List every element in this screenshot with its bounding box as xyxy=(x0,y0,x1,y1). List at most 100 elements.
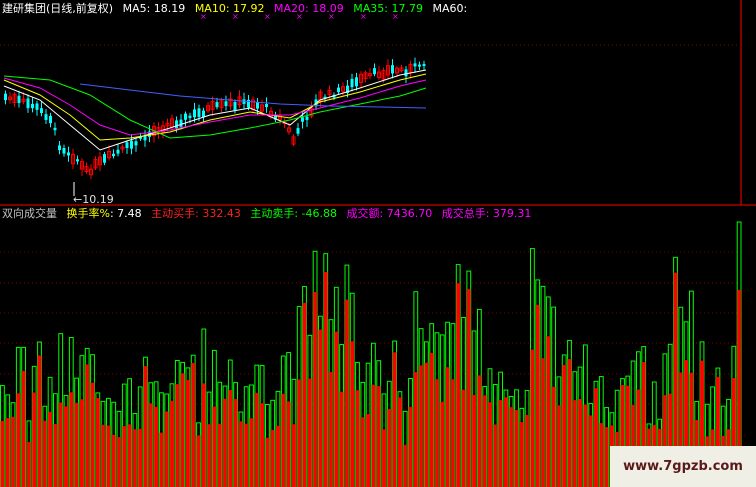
candle-body xyxy=(301,117,304,122)
candle-body xyxy=(49,115,52,124)
volume-bar-buy xyxy=(64,406,68,487)
turnover-value: : 7.48 xyxy=(109,207,142,220)
volume-bar-buy xyxy=(281,393,286,487)
volume-bar-buy xyxy=(461,389,466,487)
volume-bar-buy xyxy=(498,400,503,487)
candle-body xyxy=(265,103,268,108)
total-hands-value: 成交总手: 379.31 xyxy=(441,207,532,220)
volume-bar-buy xyxy=(58,402,63,487)
volume-bar-buy xyxy=(466,289,471,487)
volume-bar-buy xyxy=(440,401,445,487)
volume-bar-buy xyxy=(403,444,408,487)
price-panel-header: 建研集团(日线,前复权) MA5: 18.19 MA10: 17.92 MA20… xyxy=(2,2,473,15)
volume-bar-buy xyxy=(254,392,259,487)
volume-bar-buy xyxy=(350,341,355,487)
ma5-value: MA5: 18.19 xyxy=(122,2,186,15)
volume-bar-buy xyxy=(265,437,270,487)
candle-body xyxy=(197,108,201,117)
candle-body xyxy=(355,77,358,87)
volume-bar-buy xyxy=(355,390,360,487)
volume-bar-buy xyxy=(382,429,386,487)
volume-bar-buy xyxy=(207,424,211,487)
volume-panel-header: 双向成交量 换手率%: 7.48 主动买手: 332.43 主动卖手: -46.… xyxy=(2,207,537,220)
candle-body xyxy=(256,102,259,109)
volume-bar-buy xyxy=(514,409,519,487)
candle-body xyxy=(418,64,421,67)
candle-body xyxy=(233,101,237,111)
volume-bar-buy xyxy=(323,271,328,487)
amount-value: 成交额: 7436.70 xyxy=(346,207,433,220)
candle-body xyxy=(112,153,115,157)
volume-bar-buy xyxy=(106,425,111,487)
volume-bar-buy xyxy=(493,424,498,487)
volume-bar-buy xyxy=(260,403,264,487)
active-sell-value: 主动卖手: -46.88 xyxy=(250,207,338,220)
volume-bar-buy xyxy=(482,395,487,487)
ma60-value: MA60: xyxy=(432,2,468,15)
candle-body xyxy=(179,119,183,127)
volume-bar-buy xyxy=(133,429,137,487)
candle-body xyxy=(134,141,138,146)
volume-bar-buy xyxy=(413,372,418,487)
volume-bar-buy xyxy=(588,415,593,487)
candle-body xyxy=(202,110,205,118)
volume-bar-buy xyxy=(583,404,588,487)
volume-bar-buy xyxy=(180,373,185,487)
volume-bar-buy xyxy=(408,406,413,487)
volume-bar-buy xyxy=(594,388,598,487)
volume-bar-buy xyxy=(530,349,535,487)
volume-bar-buy xyxy=(519,422,524,487)
volume-bar-buy xyxy=(148,403,153,487)
volume-bar-buy xyxy=(318,329,323,487)
candle-body xyxy=(35,103,39,110)
candle-body xyxy=(67,152,70,156)
volume-bar-buy xyxy=(345,299,349,487)
candle-body xyxy=(76,159,79,162)
volume-bar-buy xyxy=(127,424,132,487)
ma35-value: MA35: 17.79 xyxy=(353,2,423,15)
volume-bar-buy xyxy=(504,397,508,487)
volume-bar-buy xyxy=(551,386,556,487)
volume-bar-buy xyxy=(329,371,333,487)
volume-bar-buy xyxy=(276,425,280,487)
candle-body xyxy=(193,109,196,118)
volume-bar-buy xyxy=(445,367,450,487)
volume-bar-buy xyxy=(313,292,317,487)
volume-bar-buy xyxy=(16,393,21,487)
candle-body xyxy=(4,93,7,101)
volume-bar-buy xyxy=(217,423,222,487)
volume-bar-buy xyxy=(307,378,312,487)
volume-bar-buy xyxy=(159,432,164,487)
volume-bar-buy xyxy=(424,362,429,487)
candle-body xyxy=(305,116,309,120)
candle-body xyxy=(422,63,426,67)
volume-bar-buy xyxy=(117,437,121,487)
volume-bar-buy xyxy=(599,423,604,487)
volume-bar-buy xyxy=(223,398,227,487)
stock-title: 建研集团(日线,前复权) xyxy=(2,2,114,15)
candle-body xyxy=(31,103,34,109)
volume-bar-buy xyxy=(541,358,545,487)
candle-body xyxy=(188,115,192,118)
volume-bar-buy xyxy=(233,398,238,487)
volume-bar-buy xyxy=(32,392,37,487)
volume-bar-buy xyxy=(175,384,180,487)
volume-bar-buy xyxy=(74,402,79,487)
volume-bar-buy xyxy=(53,424,58,487)
volume-bar-buy xyxy=(525,414,529,487)
candle-body xyxy=(175,120,178,129)
volume-bar-buy xyxy=(170,400,174,487)
candle-body xyxy=(125,142,129,149)
candle-body xyxy=(215,102,219,108)
volume-bar-buy xyxy=(376,386,381,487)
volume-bar-buy xyxy=(249,418,254,487)
volume-bar-buy xyxy=(286,401,291,487)
volume-bar-buy xyxy=(419,365,423,487)
volume-bar-buy xyxy=(95,397,100,487)
volume-bar-buy xyxy=(567,359,572,487)
volume-bar-buy xyxy=(21,370,26,487)
candle-body xyxy=(404,69,408,77)
volume-bar-buy xyxy=(557,405,561,487)
candle-body xyxy=(391,65,394,74)
volume-bar-buy xyxy=(122,426,127,487)
